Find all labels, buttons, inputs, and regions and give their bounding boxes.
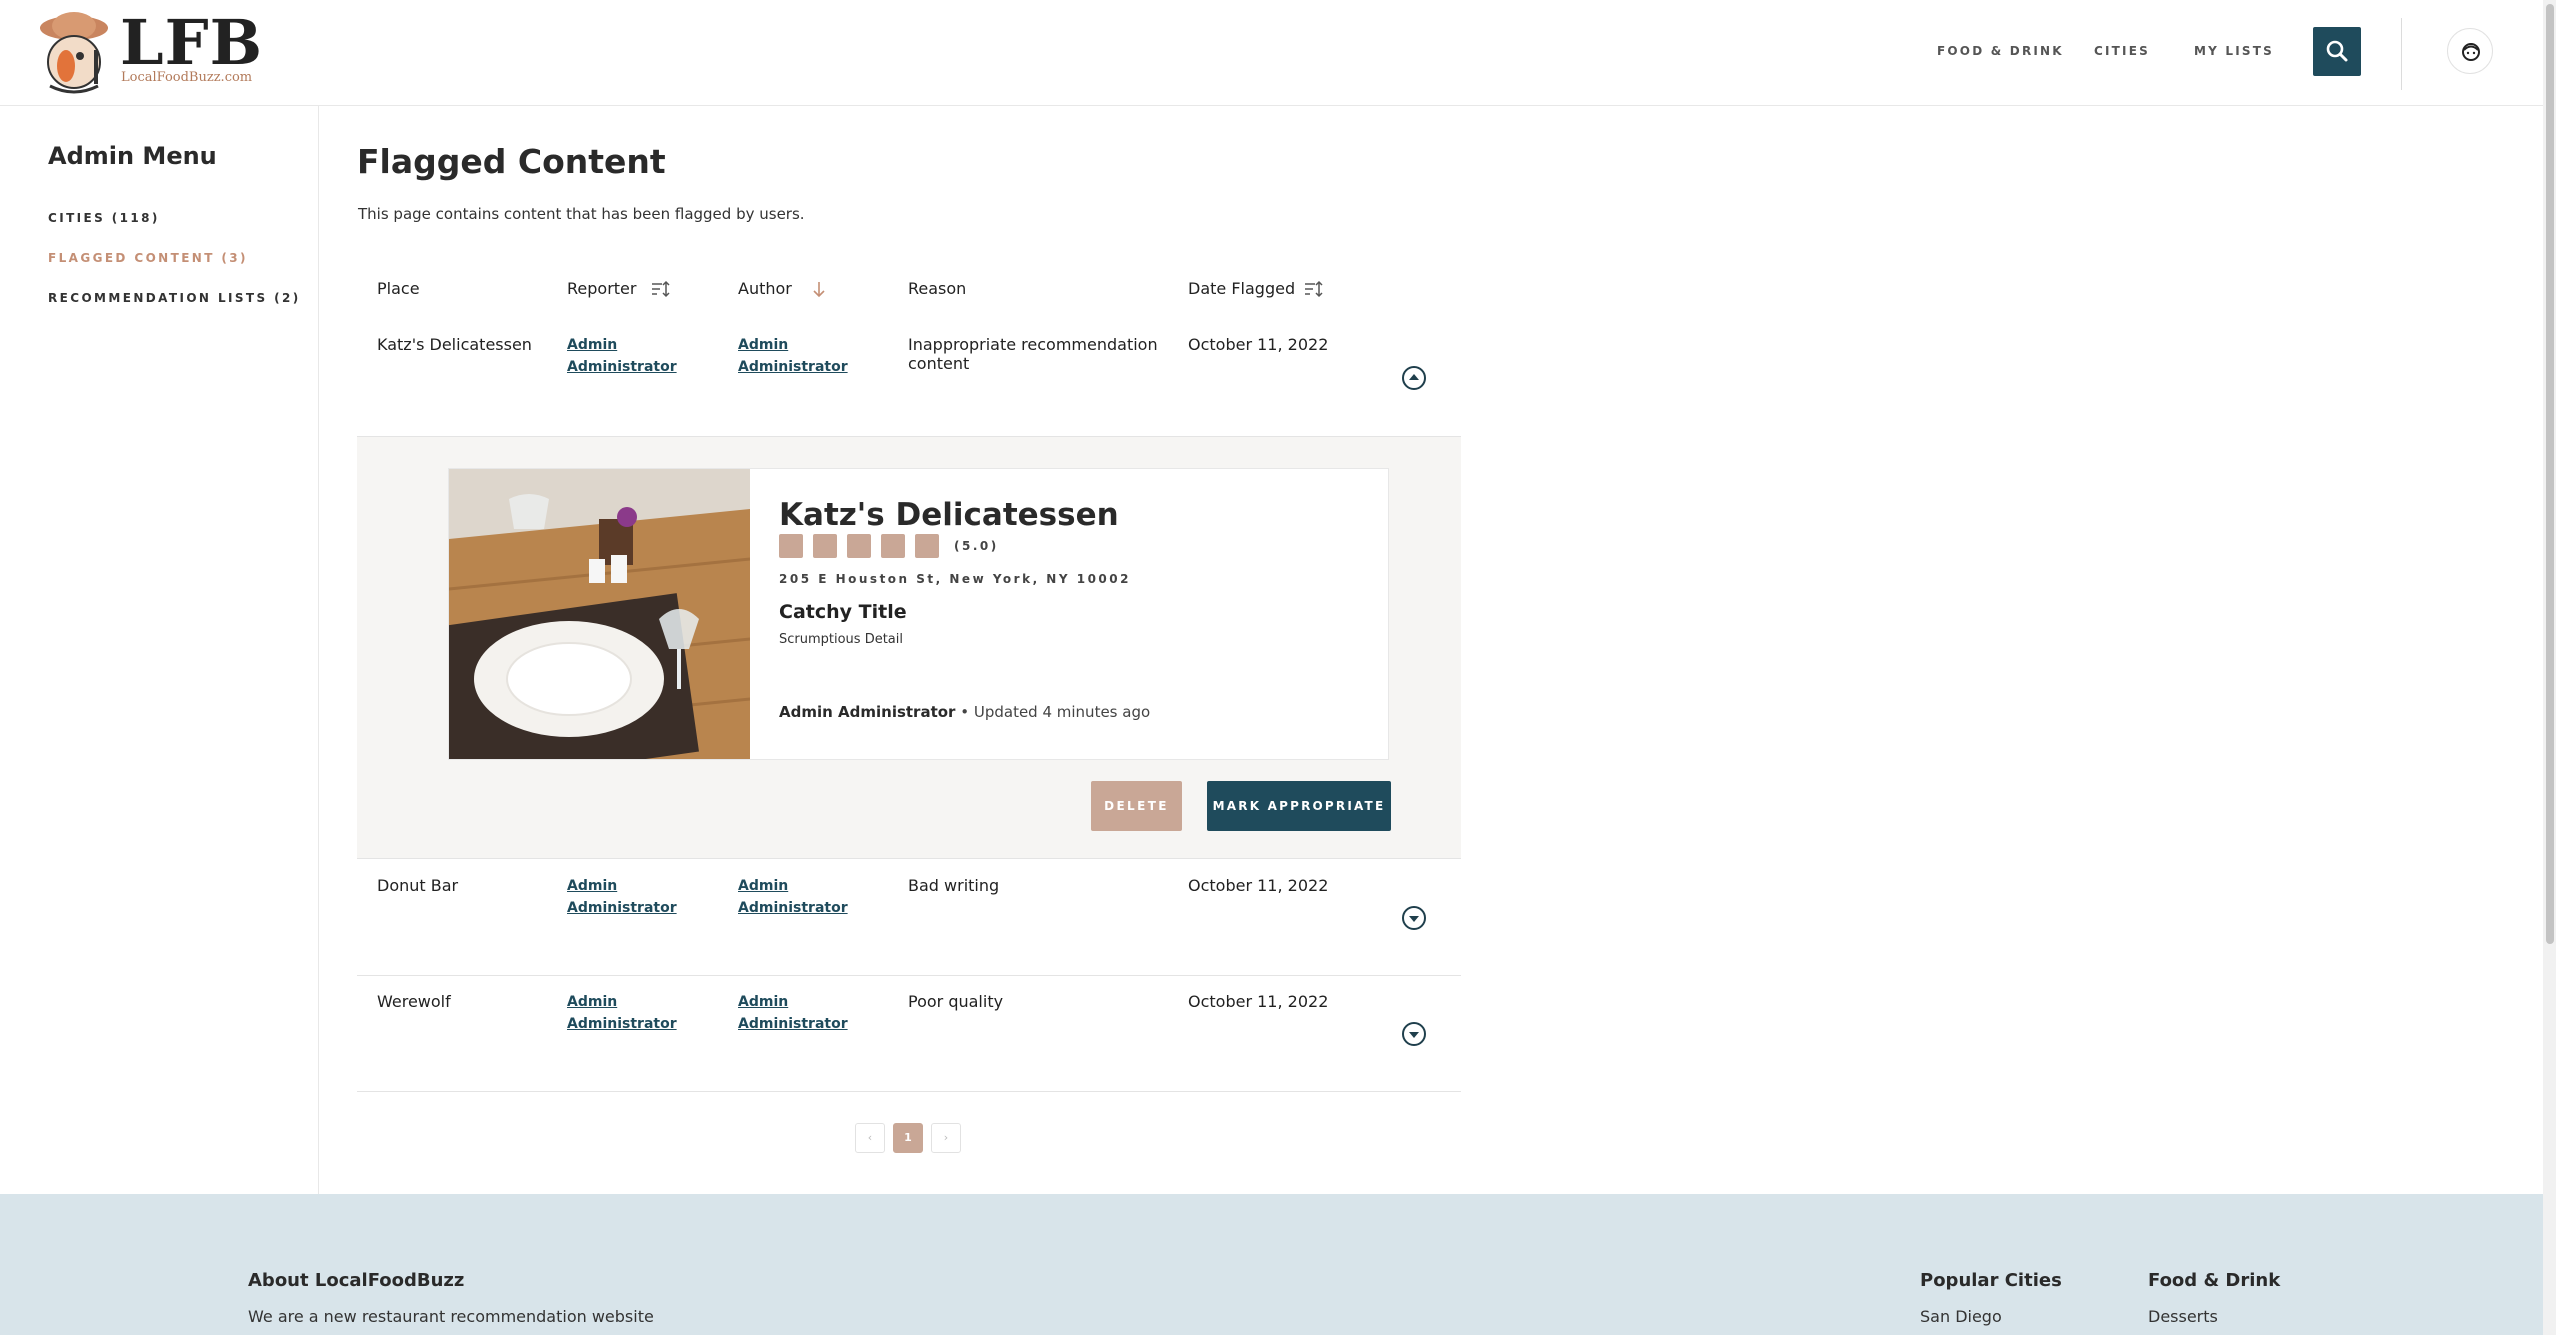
row-date: October 11, 2022 [1188,876,1329,895]
row-date: October 11, 2022 [1188,992,1329,1011]
recommendation-author[interactable]: Admin Administrator [779,703,955,721]
collapse-row-icon[interactable] [1401,365,1427,391]
fork-rating-icon [881,534,905,558]
fork-rating-icon [813,534,837,558]
footer-about-heading: About LocalFoodBuzz [248,1270,465,1291]
reporter-first[interactable]: Admin [567,337,617,353]
header-divider [2401,18,2402,90]
site-footer: About LocalFoodBuzz We are a new restaur… [0,1194,2543,1335]
recommendation-detail: Scrumptious Detail [779,632,904,647]
author-first[interactable]: Admin [738,878,788,894]
site-header: LFB LocalFoodBuzz.com FOOD & DRINK CITIE… [0,0,2543,106]
row-place: Werewolf [377,992,451,1011]
row-reporter-link[interactable]: Admin Administrator [567,991,677,1035]
author-last[interactable]: Administrator [738,900,848,916]
row-author-link[interactable]: Admin Administrator [738,875,848,919]
sidebar-item-cities[interactable]: CITIES (118) [48,211,160,225]
column-header-reporter[interactable]: Reporter [567,279,636,298]
scrollbar-thumb[interactable] [2546,4,2554,944]
column-header-place: Place [377,279,420,298]
recommendation-updated: • Updated 4 minutes ago [960,703,1151,721]
reporter-last[interactable]: Administrator [567,1016,677,1032]
expand-row-icon[interactable] [1401,905,1427,931]
row-date: October 11, 2022 [1188,335,1329,354]
flagged-detail-panel: Katz's Delicatessen (5.0) 205 E Houston … [357,436,1461,859]
footer-popular-cities-heading: Popular Cities [1920,1270,2062,1291]
sort-icon[interactable] [1304,279,1324,299]
row-reporter-link[interactable]: Admin Administrator [567,875,677,919]
recommendation-meta: Admin Administrator • Updated 4 minutes … [779,703,1150,721]
page-title: Flagged Content [357,142,666,181]
author-last[interactable]: Administrator [738,1016,848,1032]
footer-about-text: We are a new restaurant recommendation w… [248,1307,654,1326]
author-last[interactable]: Administrator [738,359,848,375]
restaurant-photo [449,469,750,759]
recommendation-title: Catchy Title [779,601,907,623]
row-author-link[interactable]: Admin Administrator [738,991,848,1035]
row-reason: Inappropriate recommendation content [908,335,1158,373]
author-first[interactable]: Admin [738,994,788,1010]
row-divider [357,1091,1461,1092]
reporter-last[interactable]: Administrator [567,359,677,375]
footer-food-link[interactable]: Desserts [2148,1307,2218,1326]
column-header-date-flagged[interactable]: Date Flagged [1188,279,1295,298]
fork-rating-icon [779,534,803,558]
site-logo[interactable]: LFB LocalFoodBuzz.com [36,6,262,98]
row-reporter-link[interactable]: Admin Administrator [567,334,677,378]
footer-city-link[interactable]: San Diego [1920,1307,2002,1326]
column-header-reason: Reason [908,279,967,298]
delete-button[interactable]: DELETE [1091,781,1182,831]
footer-food-drink-heading: Food & Drink [2148,1270,2281,1291]
restaurant-table-image [449,469,750,759]
nav-my-lists[interactable]: MY LISTS [2194,44,2274,58]
page-description: This page contains content that has been… [358,205,805,223]
sort-descending-icon[interactable] [809,279,829,299]
reporter-first[interactable]: Admin [567,878,617,894]
sidebar-item-flagged-content[interactable]: FLAGGED CONTENT (3) [48,251,248,265]
reporter-last[interactable]: Administrator [567,900,677,916]
search-button[interactable] [2313,27,2361,76]
restaurant-address: 205 E Houston St, New York, NY 10002 [779,572,1131,586]
restaurant-name: Katz's Delicatessen [779,497,1119,533]
pagination-prev-button[interactable]: ‹ [855,1123,885,1153]
mark-appropriate-button[interactable]: MARK APPROPRIATE [1207,781,1391,831]
recommendation-card: Katz's Delicatessen (5.0) 205 E Houston … [448,468,1389,760]
expand-row-icon[interactable] [1401,1021,1427,1047]
reporter-first[interactable]: Admin [567,994,617,1010]
row-divider [357,975,1461,976]
row-author-link[interactable]: Admin Administrator [738,334,848,378]
nav-cities[interactable]: CITIES [2094,44,2150,58]
admin-sidebar: Admin Menu CITIES (118) FLAGGED CONTENT … [0,106,319,1194]
author-first[interactable]: Admin [738,337,788,353]
row-reason: Poor quality [908,992,1004,1011]
row-place: Donut Bar [377,876,459,895]
row-reason: Bad writing [908,876,1000,895]
logo-mascot-icon [40,12,108,94]
pagination-next-button[interactable]: › [931,1123,961,1153]
row-place: Katz's Delicatessen [377,335,532,354]
fork-rating-icon [915,534,939,558]
logo-subtext: LocalFoodBuzz.com [121,70,253,85]
user-avatar-button[interactable] [2447,28,2493,74]
sort-icon[interactable] [651,279,671,299]
column-header-author[interactable]: Author [738,279,792,298]
fork-rating-icon [847,534,871,558]
sidebar-item-recommendation-lists[interactable]: RECOMMENDATION LISTS (2) [48,291,301,305]
pagination-page-1[interactable]: 1 [893,1123,923,1153]
logo-text: LFB [120,6,264,79]
user-avatar-icon [2462,43,2480,61]
nav-food-drink[interactable]: FOOD & DRINK [1937,44,2064,58]
rating-value: (5.0) [954,539,999,553]
sidebar-title: Admin Menu [48,142,217,170]
search-icon [2326,40,2348,62]
